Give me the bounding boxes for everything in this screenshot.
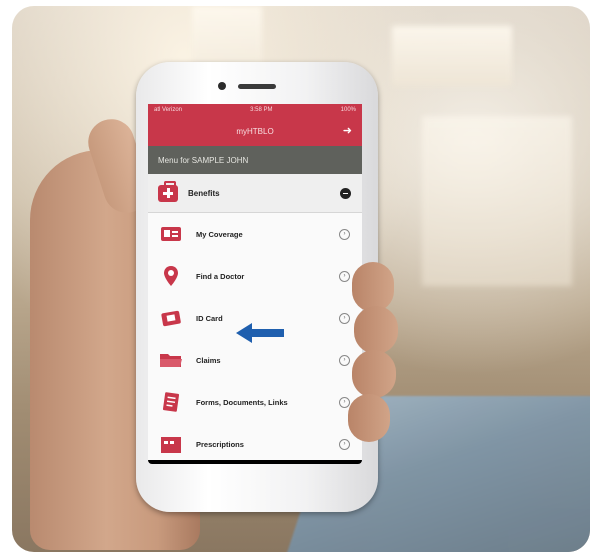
finger [354, 306, 398, 354]
calendar-icon [158, 432, 184, 456]
menu-item-forms-documents-links[interactable]: Forms, Documents, Links › [148, 381, 362, 423]
front-camera [218, 82, 226, 90]
menu-item-label: My Coverage [196, 229, 243, 239]
menu-item-find-a-doctor[interactable]: Find a Doctor › [148, 255, 362, 297]
pointer-arrow-icon [236, 323, 284, 343]
chevron-right-icon: › [339, 396, 350, 408]
menu-item-prescriptions[interactable]: Prescriptions › [148, 423, 362, 460]
finger [352, 350, 396, 398]
menu-band: Menu for SAMPLE JOHN [148, 146, 362, 174]
chevron-right-icon: › [339, 438, 350, 450]
carrier-text: atl Verizon [154, 107, 183, 113]
menu-item-my-coverage[interactable]: My Coverage › [148, 213, 362, 255]
menu-band-text: Menu for SAMPLE JOHN [158, 155, 249, 165]
documents-icon [158, 390, 184, 414]
menu-item-label: Claims [196, 355, 221, 365]
benefits-label: Benefits [188, 188, 220, 198]
menu-item-label: Prescriptions [196, 439, 244, 449]
id-card-icon [158, 306, 184, 330]
coverage-card-icon [158, 222, 184, 246]
folder-icon [158, 348, 184, 372]
collapse-minus-icon[interactable] [340, 187, 351, 199]
location-pin-icon [158, 264, 184, 288]
app-screen: atl Verizon 3:58 PM 100% myHTBLO ➜ Menu … [148, 104, 362, 460]
chevron-right-icon: › [339, 228, 350, 240]
chevron-right-icon: › [339, 312, 350, 324]
menu-item-label: Forms, Documents, Links [196, 397, 288, 407]
chevron-right-icon: › [339, 270, 350, 282]
time-text: 3:58 PM [250, 107, 273, 113]
app-title: myHTBLO [236, 126, 274, 136]
medical-kit-icon [158, 180, 178, 202]
window-light [422, 116, 572, 286]
finger [352, 262, 394, 312]
benefits-section-header[interactable]: Benefits [148, 174, 362, 213]
status-bar: atl Verizon 3:58 PM 100% [148, 104, 362, 116]
logout-arrow-icon[interactable]: ➜ [343, 124, 352, 137]
app-header: myHTBLO ➜ [148, 116, 362, 146]
menu-item-label: Find a Doctor [196, 271, 245, 281]
chevron-right-icon: › [339, 354, 350, 366]
battery-text: 100% [340, 107, 356, 113]
finger [348, 394, 390, 442]
speaker-grille [238, 84, 276, 89]
window-light [392, 26, 512, 86]
menu-item-claims[interactable]: Claims › [148, 339, 362, 381]
